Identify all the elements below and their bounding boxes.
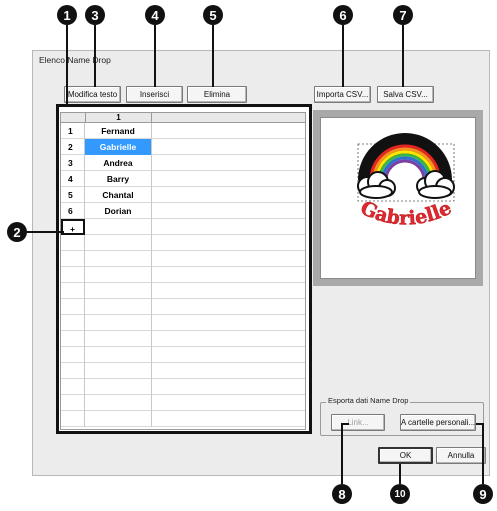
table-row[interactable]: 5 Chantal <box>61 187 305 203</box>
save-csv-button[interactable]: Salva CSV... <box>377 86 434 103</box>
delete-button[interactable]: Elimina <box>187 86 247 103</box>
row-number: 2 <box>61 139 85 155</box>
empty-row <box>61 235 305 251</box>
empty-row <box>61 299 305 315</box>
leader-line-10 <box>399 464 401 484</box>
empty-row <box>61 363 305 379</box>
row-number: 3 <box>61 155 85 171</box>
empty-row <box>61 267 305 283</box>
link-button[interactable]: Link... <box>331 414 385 431</box>
preview-panel: Gabrielle <box>320 117 476 279</box>
callout-10: 10 <box>390 484 410 504</box>
to-folders-button[interactable]: A cartelle personali... <box>400 414 476 431</box>
empty-row <box>61 283 305 299</box>
row-number: 4 <box>61 171 85 187</box>
table-row[interactable]: 4 Barry <box>61 171 305 187</box>
leader-line-8b <box>341 423 349 425</box>
row-name-cell[interactable]: Chantal <box>85 187 152 203</box>
export-group-label: Esporta dati Name Drop <box>326 396 411 405</box>
preview-name-text: Gabrielle <box>357 197 455 230</box>
callout-4: 4 <box>145 5 165 25</box>
row-name-cell[interactable]: Dorian <box>85 203 152 219</box>
name-list-grid[interactable]: 1 1 Fernand 2 Gabrielle 3 Andrea 4 Barry… <box>60 112 306 430</box>
callout-6: 6 <box>333 5 353 25</box>
table-row[interactable]: 2 Gabrielle <box>61 139 305 155</box>
leader-line-7 <box>402 25 404 87</box>
column-header[interactable]: 1 <box>85 113 152 123</box>
row-name-cell[interactable]: Barry <box>85 171 152 187</box>
empty-row <box>61 411 305 427</box>
row-number: 5 <box>61 187 85 203</box>
import-csv-button[interactable]: Importa CSV... <box>314 86 371 103</box>
callout-7: 7 <box>393 5 413 25</box>
leader-line-9 <box>482 424 484 484</box>
leader-line-8 <box>341 424 343 484</box>
callout-5: 5 <box>203 5 223 25</box>
callout-9: 9 <box>473 484 493 504</box>
row-name-cell[interactable]: Fernand <box>85 123 152 139</box>
leader-line-3 <box>94 25 96 87</box>
leader-line-4 <box>154 25 156 87</box>
ok-button[interactable]: OK <box>378 447 433 464</box>
edit-text-button[interactable]: Modifica testo <box>64 86 121 103</box>
leader-line-1 <box>66 25 68 105</box>
dialog-title: Elenco Name Drop <box>37 55 113 65</box>
rainbow-cloud-design: Gabrielle <box>357 133 455 230</box>
row-number: 1 <box>61 123 85 139</box>
new-row-marker[interactable]: + <box>61 219 85 235</box>
row-name-cell-selected[interactable]: Gabrielle <box>85 139 152 155</box>
callout-1: 1 <box>57 5 77 25</box>
row-name-cell[interactable] <box>85 219 152 235</box>
row-number: 6 <box>61 203 85 219</box>
table-row[interactable]: 1 Fernand <box>61 123 305 139</box>
cancel-button[interactable]: Annulla <box>436 447 486 464</box>
callout-3: 3 <box>85 5 105 25</box>
empty-row <box>61 251 305 267</box>
new-row[interactable]: + <box>61 219 305 235</box>
empty-row <box>61 331 305 347</box>
callout-2: 2 <box>7 222 27 242</box>
table-row[interactable]: 6 Dorian <box>61 203 305 219</box>
row-name-cell[interactable]: Andrea <box>85 155 152 171</box>
empty-row <box>61 347 305 363</box>
leader-line-9b <box>476 423 484 425</box>
callout-8: 8 <box>332 484 352 504</box>
leader-line-6 <box>342 25 344 87</box>
empty-row <box>61 315 305 331</box>
empty-row <box>61 395 305 411</box>
leader-line-2 <box>27 231 64 233</box>
grid-header: 1 <box>61 113 305 123</box>
leader-line-5 <box>212 25 214 87</box>
table-row[interactable]: 3 Andrea <box>61 155 305 171</box>
insert-button[interactable]: Inserisci <box>126 86 183 103</box>
empty-row <box>61 379 305 395</box>
